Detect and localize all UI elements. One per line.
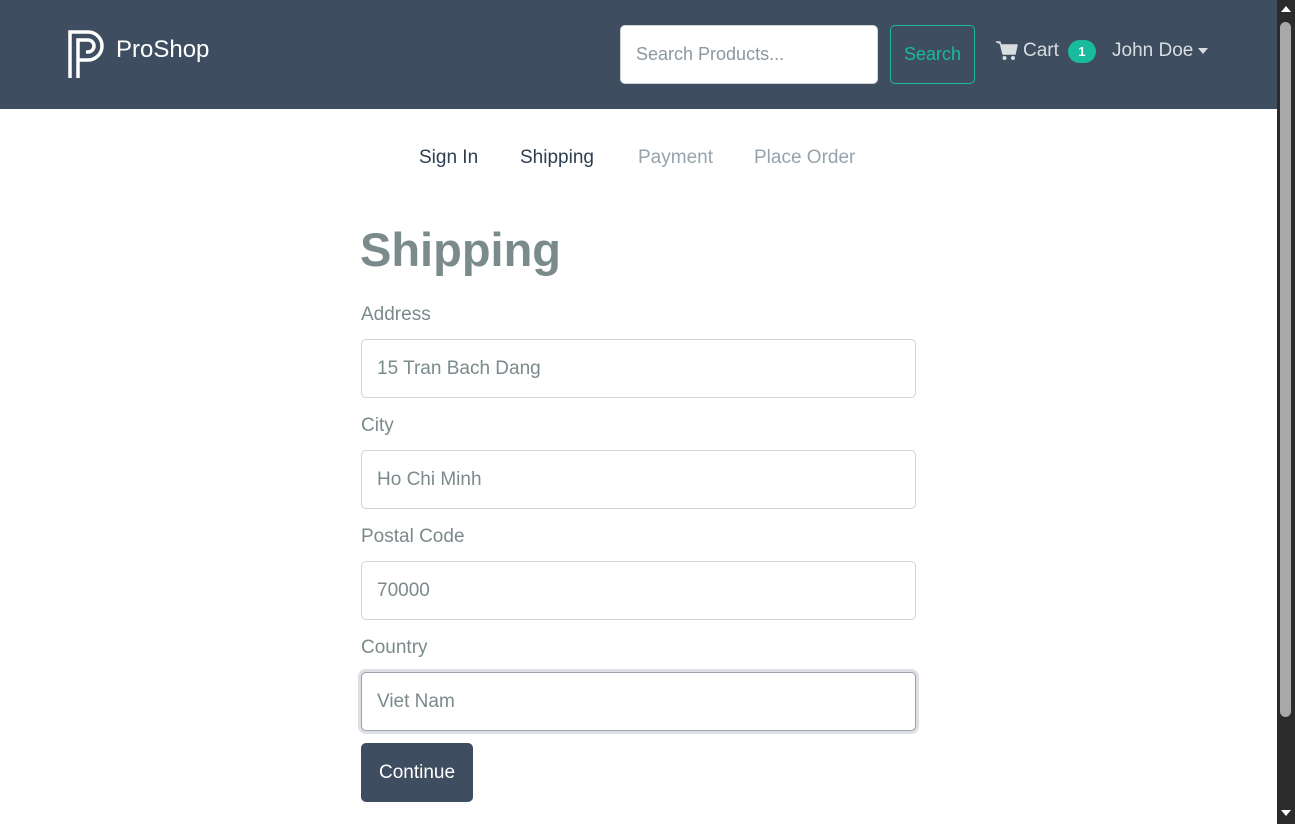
brand-link[interactable]: ProShop <box>66 28 209 80</box>
scroll-thumb[interactable] <box>1280 22 1291 717</box>
continue-button[interactable]: Continue <box>361 743 473 802</box>
step-shipping[interactable]: Shipping <box>520 147 594 169</box>
scroll-down-icon[interactable] <box>1281 810 1291 816</box>
address-label: Address <box>361 304 431 325</box>
brand-name: ProShop <box>116 36 210 63</box>
caret-down-icon <box>1198 48 1209 54</box>
cart-icon <box>996 41 1018 60</box>
search-button[interactable]: Search <box>890 25 975 84</box>
scroll-up-icon[interactable] <box>1281 6 1291 12</box>
checkout-steps: Sign In Shipping Payment Place Order <box>0 147 1277 173</box>
postal-code-field[interactable] <box>361 561 916 620</box>
page-title: Shipping <box>360 223 562 276</box>
country-field[interactable] <box>361 672 916 731</box>
brand-logo-icon <box>68 30 104 78</box>
postal-code-label: Postal Code <box>361 526 465 547</box>
search-input[interactable] <box>620 25 878 84</box>
step-payment: Payment <box>638 147 713 168</box>
address-field[interactable] <box>361 339 916 398</box>
user-name: John Doe <box>1112 40 1194 61</box>
navbar: ProShop Search Cart 1 John Doe <box>0 0 1277 109</box>
step-sign-in[interactable]: Sign In <box>419 147 478 169</box>
city-field[interactable] <box>361 450 916 509</box>
page-scrollbar[interactable] <box>1277 0 1295 824</box>
city-label: City <box>361 415 394 436</box>
step-place-order: Place Order <box>754 147 856 168</box>
cart-count-badge: 1 <box>1067 39 1096 63</box>
country-label: Country <box>361 637 428 658</box>
cart-label: Cart <box>1023 40 1059 61</box>
cart-link[interactable]: Cart 1 <box>996 38 1096 64</box>
user-menu-toggle[interactable]: John Doe <box>1112 40 1209 62</box>
